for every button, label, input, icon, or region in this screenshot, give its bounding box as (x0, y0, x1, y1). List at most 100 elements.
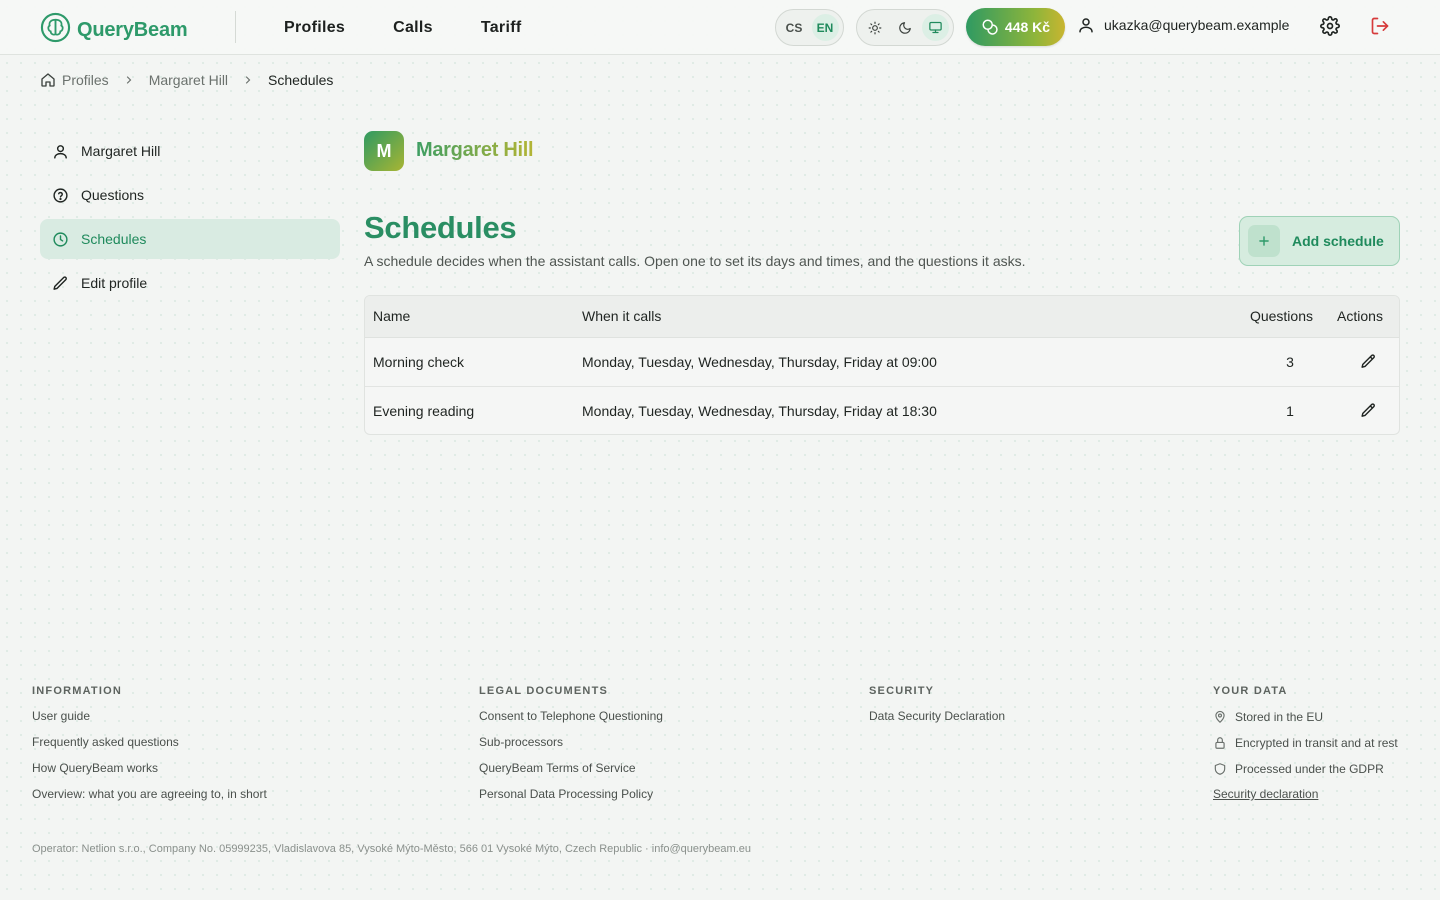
theme-system-button[interactable] (921, 14, 949, 41)
operator-info: Operator: Netlion s.r.o., Company No. 05… (32, 843, 751, 855)
plus-icon (1248, 225, 1280, 257)
schedule-when: Monday, Tuesday, Wednesday, Thursday, Fr… (582, 402, 937, 419)
user-email: ukazka@querybeam.example (1104, 17, 1290, 33)
footer-security: SECURITY Data Security Declaration (869, 685, 1005, 735)
footer-heading: LEGAL DOCUMENTS (479, 685, 609, 697)
footer-link-terms[interactable]: QueryBeam Terms of Service (479, 761, 663, 777)
sidebar-item-profile[interactable]: Margaret Hill (40, 131, 340, 171)
nav-profiles[interactable]: Profiles (284, 19, 345, 37)
footer-link-security-declaration-short[interactable]: Security declaration (1213, 787, 1398, 803)
footer-link-how-it-works[interactable]: How QueryBeam works (32, 761, 267, 777)
data-gdpr-text: Processed under the GDPR (1235, 762, 1384, 776)
theme-dark-button[interactable] (892, 14, 919, 41)
brand-name: QueryBeam (77, 18, 188, 41)
pencil-icon (1360, 354, 1375, 368)
gear-icon (1320, 16, 1340, 36)
brand-logo[interactable]: QueryBeam (40, 12, 188, 48)
chevron-right-icon (123, 74, 135, 86)
edit-schedule-button[interactable] (1357, 399, 1380, 422)
schedules-table: Name When it calls Questions Actions Mor… (364, 295, 1400, 435)
pencil-icon (53, 275, 67, 290)
footer-link-consent[interactable]: Consent to Telephone Questioning (479, 709, 663, 725)
lock-icon (1215, 737, 1225, 749)
footer-your-data: YOUR DATA Stored in the EU Encrypted in … (1213, 685, 1398, 803)
page-title: Schedules (364, 210, 517, 245)
footer-heading: YOUR DATA (1213, 685, 1288, 697)
language-switcher: CS EN (775, 9, 844, 46)
user-icon (1079, 18, 1093, 33)
settings-button[interactable] (1320, 16, 1342, 38)
logout-icon (1371, 17, 1389, 35)
page-subtitle: A schedule decides when the assistant ca… (364, 253, 1026, 269)
breadcrumb-profiles[interactable]: Profiles (62, 72, 109, 88)
sidebar-item-schedules[interactable]: Schedules (40, 219, 340, 259)
user-account[interactable]: ukazka@querybeam.example (1077, 16, 1289, 34)
sun-icon (868, 21, 882, 34)
coins-icon (982, 19, 998, 35)
user-icon (54, 144, 67, 159)
add-schedule-label: Add schedule (1292, 233, 1384, 249)
nav-calls[interactable]: Calls (393, 19, 433, 37)
schedule-question-count: 3 (1237, 337, 1321, 387)
footer-link-subprocessors[interactable]: Sub-processors (479, 735, 663, 751)
edit-schedule-button[interactable] (1357, 350, 1380, 373)
footer-link-privacy-policy[interactable]: Personal Data Processing Policy (479, 787, 663, 803)
table-row[interactable]: Morning check Monday, Tuesday, Wednesday… (365, 337, 1399, 387)
footer-link-faq[interactable]: Frequently asked questions (32, 735, 267, 751)
question-circle-icon (53, 187, 68, 203)
schedule-question-count: 1 (1286, 402, 1294, 419)
nav-tariff[interactable]: Tariff (481, 19, 522, 37)
data-encryption-text: Encrypted in transit and at rest (1235, 736, 1398, 750)
column-header-name: Name (365, 296, 574, 338)
breadcrumb-profile-name[interactable]: Margaret Hill (149, 72, 228, 88)
logout-button[interactable] (1370, 16, 1392, 38)
schedule-when: Monday, Tuesday, Wednesday, Thursday, Fr… (574, 337, 1237, 387)
sidebar-item-questions[interactable]: Questions (40, 175, 340, 215)
map-pin-icon (1215, 710, 1225, 724)
lang-en-button[interactable]: EN (811, 14, 839, 41)
avatar: M (364, 131, 404, 171)
data-location-text: Stored in the EU (1235, 710, 1324, 724)
schedule-actions (1321, 337, 1399, 387)
footer-link-security-declaration[interactable]: Data Security Declaration (869, 709, 1005, 725)
add-schedule-button[interactable]: Add schedule (1239, 216, 1400, 266)
footer-link-user-guide[interactable]: User guide (32, 709, 267, 725)
footer-link-overview[interactable]: Overview: what you are agreeing to, in s… (32, 787, 267, 803)
top-header: QueryBeam Profiles Calls Tariff CS EN 44… (0, 0, 1440, 55)
schedule-name: Morning check (365, 337, 574, 387)
moon-icon (899, 21, 911, 34)
clock-icon (53, 231, 68, 247)
breadcrumb: Profiles Margaret Hill Schedules (40, 72, 333, 88)
column-header-when: When it calls (574, 296, 1237, 338)
sidebar-item-label: Questions (81, 187, 145, 203)
table-row[interactable]: Evening reading Monday, Tuesday, Wednesd… (365, 386, 1399, 434)
monitor-icon (928, 21, 942, 34)
brain-logo-icon (40, 12, 71, 48)
sidebar-item-label: Margaret Hill (81, 143, 161, 159)
footer-heading: INFORMATION (32, 685, 122, 697)
pencil-icon (1360, 403, 1375, 418)
theme-switcher (856, 9, 954, 46)
sidebar-item-edit-profile[interactable]: Edit profile (40, 263, 340, 303)
column-header-questions: Questions (1237, 296, 1321, 338)
header-divider (235, 11, 236, 43)
data-gdpr-item: Processed under the GDPR (1213, 761, 1398, 777)
home-icon[interactable] (40, 72, 56, 88)
credit-balance-button[interactable]: 448 Kč (966, 8, 1065, 46)
lang-cs-button[interactable]: CS (781, 14, 808, 41)
data-location-item: Stored in the EU (1213, 709, 1398, 725)
sidebar-item-label: Edit profile (81, 275, 148, 291)
table-header-row: Name When it calls Questions Actions (365, 296, 1399, 338)
schedule-actions (1321, 386, 1399, 434)
profile-name: Margaret Hill (416, 139, 534, 161)
column-header-actions: Actions (1321, 296, 1399, 338)
footer-information: INFORMATION User guide Frequently asked … (32, 685, 267, 813)
profile-sidebar: Margaret Hill Questions Schedules Edit p… (40, 131, 340, 307)
breadcrumb-current: Schedules (268, 72, 334, 88)
shield-icon (1214, 763, 1226, 775)
data-encryption-item: Encrypted in transit and at rest (1213, 735, 1398, 751)
theme-light-button[interactable] (862, 14, 889, 41)
main-nav: Profiles Calls Tariff (284, 0, 569, 55)
footer-heading: SECURITY (869, 685, 935, 697)
chevron-right-icon (242, 74, 254, 86)
